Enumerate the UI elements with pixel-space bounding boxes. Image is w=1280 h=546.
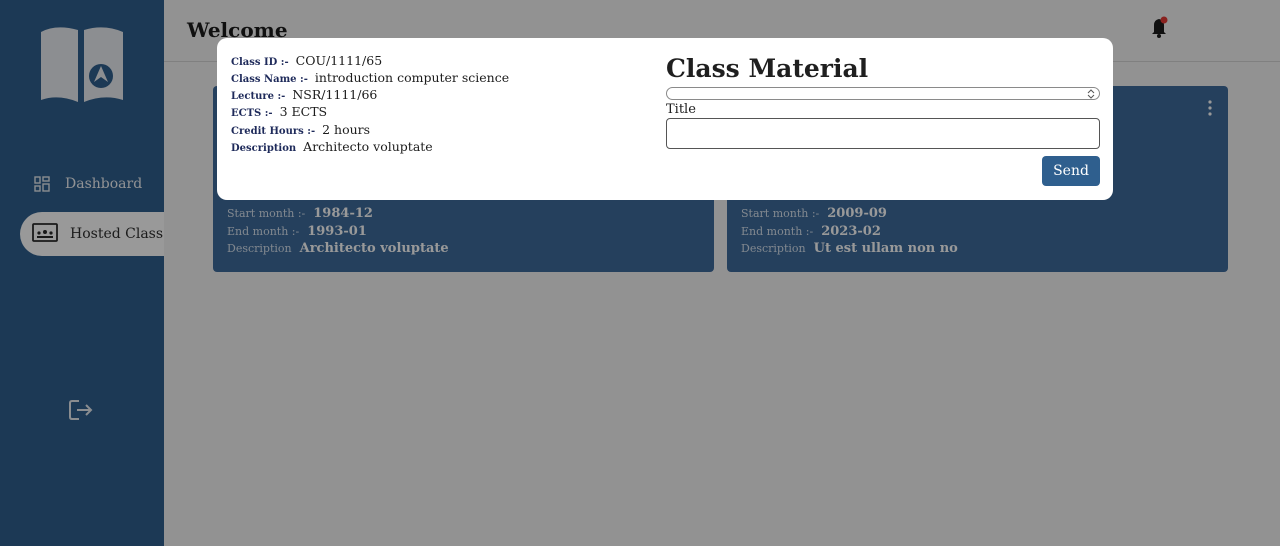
class-info-value: COU/1111/65 [295,53,383,68]
class-info-row: Class Name :- introduction computer scie… [231,70,509,85]
send-button[interactable]: Send [1042,156,1100,186]
class-info-value: 3 ECTS [279,104,328,119]
class-info-row: Description Architecto voluptate [231,139,433,154]
class-material-modal: Class ID :- COU/1111/65 Class Name :- in… [217,38,1113,200]
class-info-value: introduction computer science [314,70,510,85]
material-select[interactable] [666,87,1100,100]
class-info-value: NSR/1111/66 [292,87,378,102]
class-info-label: Class ID :- [231,57,289,68]
class-info-label: Credit Hours :- [231,126,316,137]
class-info-label: Lecture :- [231,91,286,102]
select-arrows-icon [1087,89,1095,99]
class-info-row: Class ID :- COU/1111/65 [231,53,382,68]
class-info-row: ECTS :- 3 ECTS [231,104,327,119]
class-info-row: Lecture :- NSR/1111/66 [231,87,377,102]
modal-title: Class Material [666,54,869,83]
title-label: Title [666,102,696,117]
class-info-value: 2 hours [322,122,371,137]
class-info-label: Description [231,143,297,154]
class-info-row: Credit Hours :- 2 hours [231,122,370,137]
class-info-value: Architecto voluptate [303,139,433,154]
title-input[interactable] [666,118,1100,149]
class-info-label: ECTS :- [231,108,273,119]
class-info-label: Class Name :- [231,74,308,85]
